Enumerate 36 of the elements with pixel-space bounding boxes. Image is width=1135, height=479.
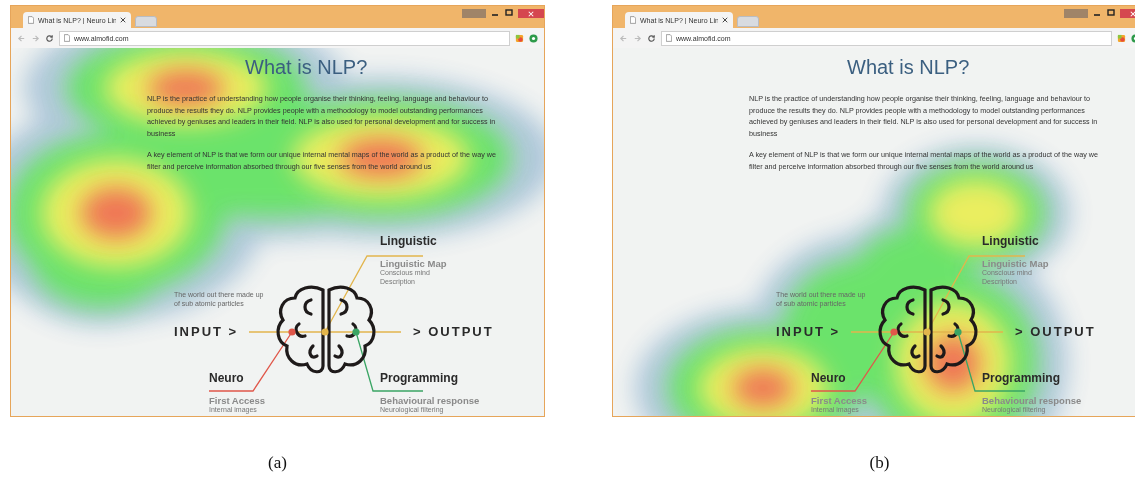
close-icon[interactable] <box>120 17 126 23</box>
close-button[interactable] <box>518 9 544 18</box>
close-icon <box>1130 10 1135 17</box>
page-heading: What is NLP? <box>847 56 970 79</box>
brain-icon <box>276 285 376 374</box>
maximize-icon[interactable] <box>1106 8 1116 18</box>
input-label: INPUT > <box>776 324 841 339</box>
download-icon[interactable] <box>529 33 538 43</box>
page-heading: What is NLP? <box>245 56 368 79</box>
extension-icon[interactable] <box>515 33 524 43</box>
maximize-icon[interactable] <box>504 8 514 18</box>
extension-icon[interactable] <box>1117 33 1126 43</box>
reload-icon[interactable] <box>45 33 54 43</box>
branch-title: Neuro <box>209 371 244 387</box>
branch-title: Neuro <box>811 371 846 387</box>
branch-title: Linguistic <box>982 234 1039 250</box>
branch-title: Programming <box>380 371 458 387</box>
input-label: INPUT > <box>174 324 239 339</box>
figure-caption: (b) <box>869 453 890 473</box>
close-icon <box>528 10 534 17</box>
output-label: > OUTPUT <box>1015 324 1096 339</box>
page-icon <box>630 16 636 24</box>
brain-icon <box>878 285 978 374</box>
reload-icon[interactable] <box>647 33 656 43</box>
branch-subtitle: Linguistic Map <box>982 258 1049 269</box>
branch-subtitle: First Access <box>811 395 868 406</box>
page-icon <box>666 34 672 42</box>
page-icon <box>28 16 34 24</box>
branch-subtitle: Behavioural response <box>380 395 480 406</box>
branch-title: Linguistic <box>380 234 437 250</box>
branch-subtitle: Linguistic Map <box>380 258 447 269</box>
output-label: > OUTPUT <box>413 324 494 339</box>
page-icon <box>64 34 70 42</box>
branch-subtitle: First Access <box>209 395 266 406</box>
figure-caption: (a) <box>268 453 287 473</box>
close-icon[interactable] <box>722 17 728 23</box>
